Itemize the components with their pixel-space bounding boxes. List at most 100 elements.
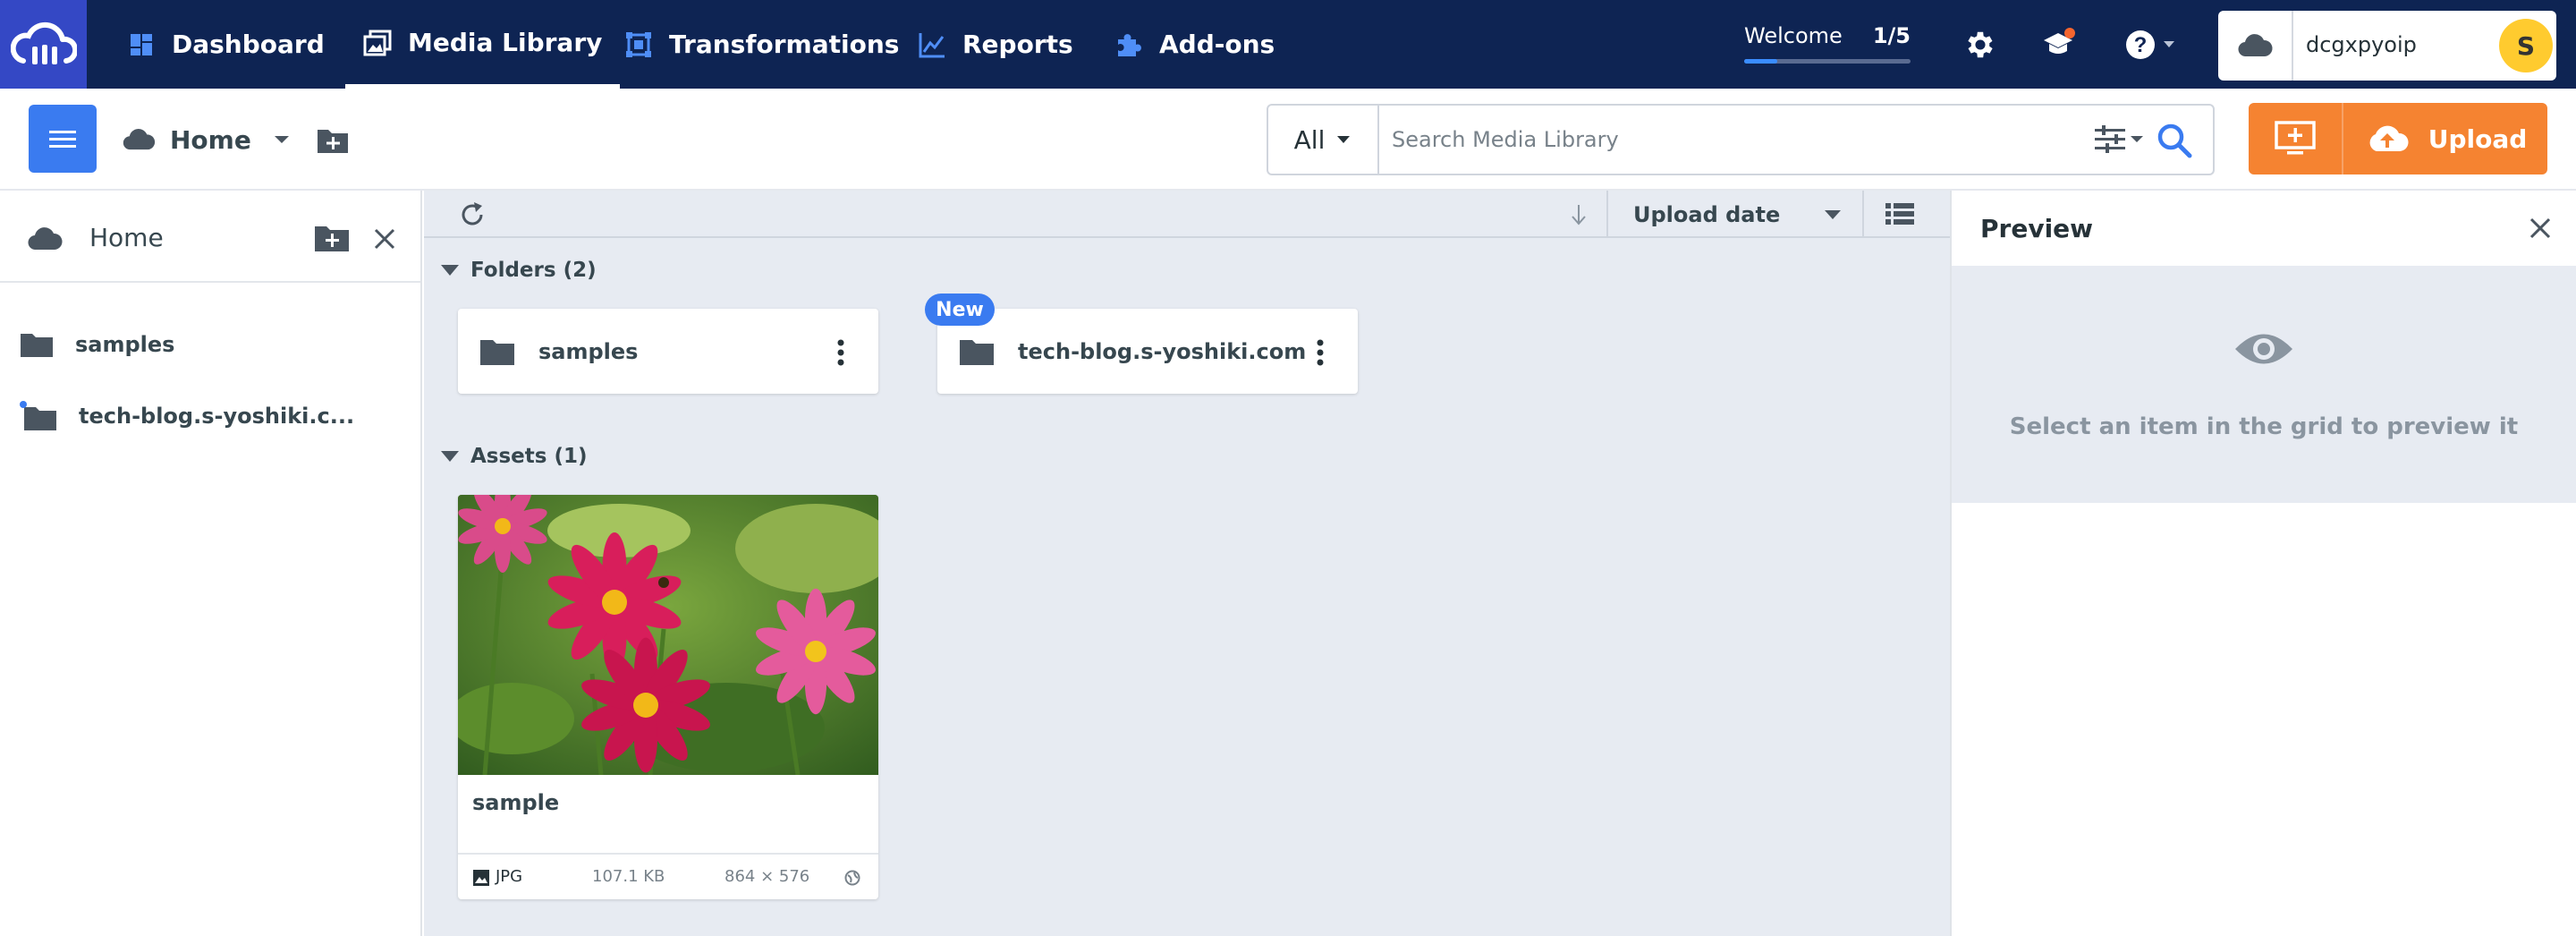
settings-button[interactable] — [1955, 0, 2005, 89]
top-navigation: Dashboard Media Library Transformations … — [0, 0, 2576, 89]
more-vertical-icon[interactable] — [1317, 339, 1324, 366]
welcome-progress-bar — [1744, 59, 1911, 64]
nav-media-library[interactable]: Media Library — [345, 0, 621, 89]
refresh-icon[interactable] — [458, 200, 487, 229]
new-folder-icon[interactable] — [316, 124, 350, 155]
svg-text:?: ? — [2134, 33, 2148, 57]
logo-icon — [10, 21, 77, 64]
nav-transformations-label: Transformations — [669, 30, 900, 59]
folder-tree-header: Home — [0, 191, 420, 283]
add-screen-icon — [2275, 121, 2316, 155]
help-icon: ? — [2126, 30, 2174, 59]
nav-transformations[interactable]: Transformations — [624, 0, 899, 89]
preview-empty-message: Select an item in the grid to preview it — [2009, 413, 2519, 440]
image-type-icon — [473, 870, 489, 886]
folder-icon — [21, 334, 53, 357]
breadcrumb[interactable]: Home — [122, 124, 350, 155]
learning-button[interactable] — [2034, 0, 2084, 89]
welcome-count: 1/5 — [1872, 23, 1911, 48]
cloud-icon — [123, 129, 156, 150]
chevron-down-icon[interactable] — [273, 134, 291, 145]
sort-direction-icon[interactable] — [1569, 203, 1589, 226]
advanced-search-icon[interactable] — [2093, 123, 2148, 156]
preview-empty-state: Select an item in the grid to preview it — [1952, 266, 2576, 503]
welcome-progress-fill — [1744, 59, 1778, 64]
transformations-icon — [626, 31, 651, 57]
caret-down-icon — [441, 451, 459, 462]
folder-tree-title[interactable]: Home — [89, 223, 164, 252]
cloud-icon-box — [2218, 11, 2293, 81]
asset-size: 107.1 KB — [592, 867, 665, 886]
nav-add-ons-label: Add-ons — [1159, 30, 1275, 59]
sort-select[interactable]: Upload date — [1606, 191, 1864, 238]
media-toolbar: Home All Search Media Library Upload — [0, 89, 2576, 191]
search-filter-select[interactable]: All — [1268, 106, 1379, 174]
folders-section-header: Folders (2) — [470, 259, 597, 282]
search-icon[interactable] — [2156, 122, 2193, 159]
avatar[interactable]: S — [2499, 19, 2553, 72]
eye-icon — [2235, 334, 2292, 364]
folder-name: samples — [538, 338, 639, 364]
cloud-icon — [2238, 34, 2273, 57]
account-switcher[interactable]: dcgxpyoip S — [2218, 11, 2556, 81]
nav-reports[interactable]: Reports — [918, 0, 1073, 89]
chevron-down-icon — [1825, 210, 1841, 219]
cloud-icon — [28, 227, 63, 251]
hamburger-icon — [49, 131, 76, 148]
new-folder-icon[interactable] — [313, 221, 351, 253]
upload-label: Upload — [2428, 123, 2528, 154]
nav-add-ons[interactable]: Add-ons — [1114, 0, 1275, 89]
preview-header: Preview — [1952, 191, 2576, 266]
upload-widget-button[interactable] — [2249, 103, 2343, 174]
sidebar-item-tech-blog[interactable]: tech-blog.s-yoshiki.c... — [0, 389, 420, 443]
more-vertical-icon[interactable] — [837, 339, 844, 366]
asset-card[interactable]: sample JPG 107.1 KB 864 × 576 — [458, 495, 878, 899]
nav-media-library-label: Media Library — [408, 27, 603, 57]
puzzle-icon — [1118, 33, 1141, 56]
cloudinary-logo[interactable] — [0, 0, 87, 89]
new-indicator-dot — [20, 401, 27, 408]
media-grid: Upload date Folders (2) samples tech-blo… — [424, 191, 1950, 936]
folder-tree-panel: Home samples tech-blog.s-yoshiki.c... — [0, 191, 422, 936]
folder-icon — [480, 339, 514, 365]
search-bar: All Search Media Library — [1267, 104, 2215, 175]
close-icon[interactable] — [2528, 216, 2553, 241]
folder-card-samples[interactable]: samples — [458, 309, 878, 394]
folder-icon — [960, 339, 994, 365]
graduation-cap-icon — [2044, 27, 2075, 54]
grid-toolbar: Upload date — [424, 191, 1950, 238]
assets-section-header: Assets (1) — [470, 445, 588, 468]
search-input[interactable]: Search Media Library — [1392, 127, 1619, 152]
upload-button[interactable]: Upload — [2345, 103, 2547, 174]
preview-panel: Preview Select an item in the grid to pr… — [1950, 191, 2576, 936]
asset-meta: JPG 107.1 KB 864 × 576 — [458, 853, 878, 899]
asset-format: JPG — [496, 867, 523, 886]
caret-down-icon — [441, 265, 459, 276]
upload-button-group: Upload — [2249, 103, 2547, 174]
breadcrumb-home[interactable]: Home — [170, 125, 251, 155]
dashboard-icon — [131, 33, 152, 55]
nav-dashboard-label: Dashboard — [172, 30, 325, 59]
assets-section-toggle[interactable]: Assets (1) — [440, 445, 588, 468]
close-icon[interactable] — [372, 226, 397, 251]
list-view-icon[interactable] — [1885, 201, 1914, 226]
chart-line-icon — [919, 32, 945, 57]
new-badge: New — [925, 294, 995, 326]
folders-section-toggle[interactable]: Folders (2) — [440, 259, 597, 282]
folder-icon — [20, 401, 56, 430]
folder-card-tech-blog[interactable]: tech-blog.s-yoshiki.com — [937, 309, 1358, 394]
flower-image — [458, 495, 878, 775]
welcome-label: Welcome — [1744, 23, 1843, 48]
help-menu[interactable]: ? — [2120, 0, 2191, 89]
asset-thumbnail[interactable] — [458, 495, 878, 775]
welcome-progress[interactable]: Welcome 1/5 — [1744, 23, 1911, 64]
cloud-upload-icon — [2369, 125, 2409, 151]
search-filter-value: All — [1293, 124, 1326, 155]
image-icon — [363, 30, 392, 56]
nav-dashboard[interactable]: Dashboard — [127, 0, 325, 89]
gear-icon — [1968, 31, 1993, 57]
sidebar-item-samples[interactable]: samples — [0, 318, 420, 371]
globe-icon — [844, 870, 860, 886]
toggle-sidebar-button[interactable] — [29, 105, 97, 173]
folder-name: tech-blog.s-yoshiki.com — [1018, 338, 1307, 364]
